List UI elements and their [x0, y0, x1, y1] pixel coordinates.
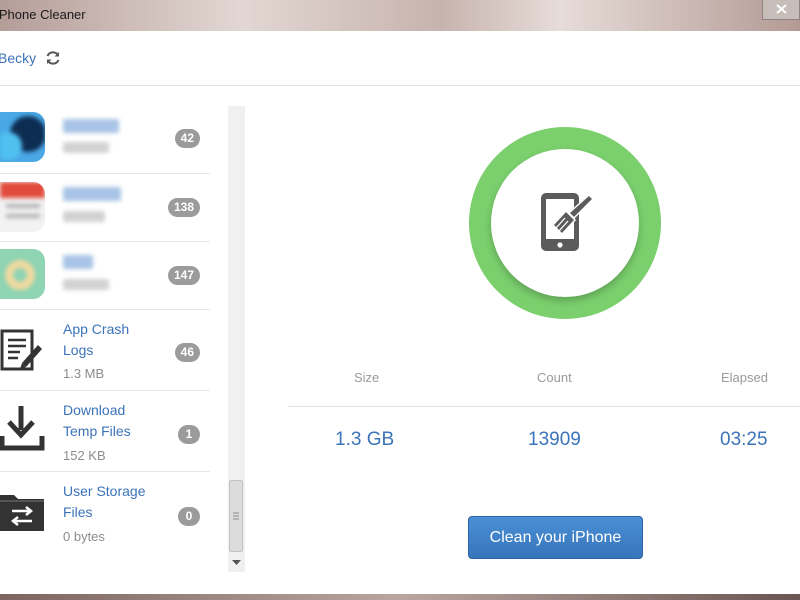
elapsed-label: Elapsed	[721, 370, 768, 385]
count-badge: 138	[167, 198, 200, 217]
main-panel: Size Count Elapsed 1.3 GB 13909 03:25 Cl…	[246, 86, 800, 598]
blurred-name	[63, 187, 121, 201]
category-list: 42 138 147 App Crash Logs 1.3 MB 46 Down…	[0, 106, 212, 572]
clean-indicator	[491, 149, 639, 297]
stats-divider	[288, 406, 800, 407]
list-item-app-crash-logs[interactable]: App Crash Logs 1.3 MB 46	[0, 309, 210, 391]
blurred-size	[63, 142, 109, 153]
title-bar[interactable]: iPhone Cleaner	[0, 0, 800, 31]
window-bottom-edge	[0, 594, 800, 600]
download-icon	[0, 406, 45, 451]
progress-ring	[469, 127, 661, 319]
item-name: User Storage Files	[63, 483, 146, 520]
document-pen-icon	[0, 329, 42, 371]
list-item-user-storage-files[interactable]: User Storage Files 0 bytes 0	[0, 471, 210, 551]
count-badge: 1	[178, 425, 200, 444]
app-icon	[0, 249, 45, 299]
count-badge: 147	[167, 266, 200, 285]
close-icon	[776, 4, 787, 14]
blurred-name	[63, 255, 93, 269]
list-item[interactable]: 147	[0, 241, 210, 310]
count-label: Count	[537, 370, 572, 385]
size-label: Size	[354, 370, 380, 385]
blurred-size	[63, 279, 109, 290]
count-badge: 0	[178, 507, 200, 526]
clean-iphone-button[interactable]: Clean your iPhone	[468, 516, 643, 559]
count-value: 13909	[528, 429, 581, 450]
scrollbar-thumb[interactable]	[229, 480, 243, 552]
device-name[interactable]: Becky	[0, 50, 36, 66]
folder-sync-icon	[0, 495, 44, 531]
elapsed-value: 03:25	[720, 429, 768, 450]
item-name: Download Temp Files	[63, 402, 131, 439]
window-title: iPhone Cleaner	[0, 7, 86, 22]
app-icon	[0, 182, 45, 232]
toolbar: Becky	[0, 31, 800, 86]
blurred-size	[63, 211, 105, 222]
sidebar-scrollbar[interactable]	[228, 106, 245, 572]
window-close-button[interactable]	[762, 0, 800, 20]
blurred-name	[63, 119, 119, 133]
list-item[interactable]: 42	[0, 106, 210, 174]
count-badge: 42	[174, 129, 200, 148]
app-icon	[0, 112, 45, 162]
item-size: 1.3 MB	[63, 366, 105, 381]
scroll-down-icon[interactable]	[232, 560, 241, 566]
list-item-download-temp-files[interactable]: Download Temp Files 152 KB 1	[0, 390, 210, 472]
refresh-icon[interactable]	[44, 49, 62, 67]
app-window: iPhone Cleaner Becky 42 138 147 App Cras…	[0, 0, 800, 598]
size-value: 1.3 GB	[335, 429, 395, 450]
item-size: 0 bytes	[63, 529, 105, 544]
tablet-brush-icon	[541, 193, 595, 251]
list-item[interactable]: 138	[0, 173, 210, 242]
item-name: App Crash Logs	[63, 321, 130, 358]
item-size: 152 KB	[63, 448, 106, 463]
count-badge: 46	[174, 343, 200, 362]
